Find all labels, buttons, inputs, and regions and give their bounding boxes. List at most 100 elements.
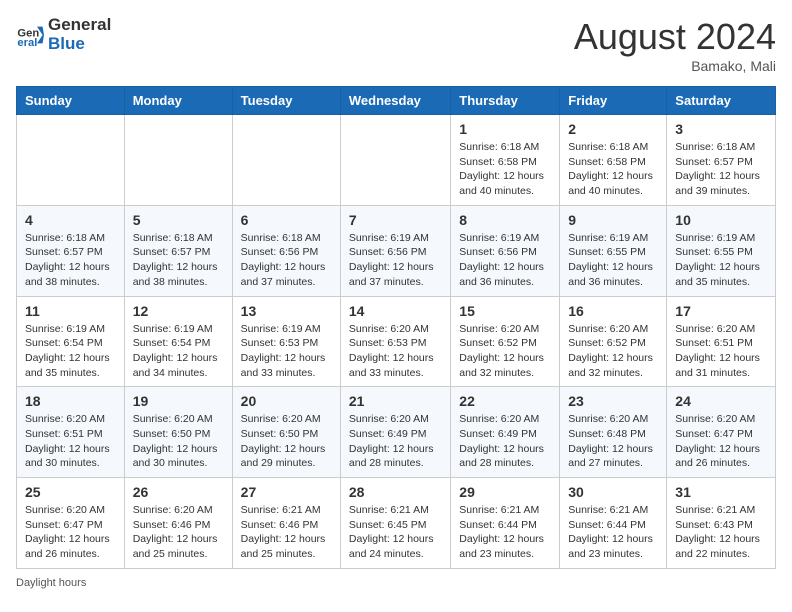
day-number: 13 xyxy=(241,303,332,319)
day-number: 31 xyxy=(675,484,767,500)
calendar-cell: 24 Sunrise: 6:20 AM Sunset: 6:47 PM Dayli… xyxy=(667,387,776,478)
day-info: Sunrise: 6:21 AM Sunset: 6:45 PM Dayligh… xyxy=(349,503,442,562)
day-number: 5 xyxy=(133,212,224,228)
calendar-cell: 20 Sunrise: 6:20 AM Sunset: 6:50 PM Dayli… xyxy=(232,387,340,478)
day-info: Sunrise: 6:20 AM Sunset: 6:49 PM Dayligh… xyxy=(459,412,551,471)
day-number: 23 xyxy=(568,393,658,409)
day-info: Sunrise: 6:19 AM Sunset: 6:54 PM Dayligh… xyxy=(25,322,116,381)
calendar-cell: 10 Sunrise: 6:19 AM Sunset: 6:55 PM Dayli… xyxy=(667,205,776,296)
calendar-cell: 18 Sunrise: 6:20 AM Sunset: 6:51 PM Dayli… xyxy=(17,387,125,478)
day-number: 7 xyxy=(349,212,442,228)
day-info: Sunrise: 6:19 AM Sunset: 6:53 PM Dayligh… xyxy=(241,322,332,381)
day-header-friday: Friday xyxy=(560,87,667,115)
day-number: 17 xyxy=(675,303,767,319)
day-info: Sunrise: 6:20 AM Sunset: 6:47 PM Dayligh… xyxy=(25,503,116,562)
day-info: Sunrise: 6:19 AM Sunset: 6:56 PM Dayligh… xyxy=(349,231,442,290)
calendar-cell: 25 Sunrise: 6:20 AM Sunset: 6:47 PM Dayli… xyxy=(17,478,125,569)
day-number: 8 xyxy=(459,212,551,228)
day-info: Sunrise: 6:18 AM Sunset: 6:58 PM Dayligh… xyxy=(568,140,658,199)
day-number: 2 xyxy=(568,121,658,137)
day-number: 6 xyxy=(241,212,332,228)
day-info: Sunrise: 6:20 AM Sunset: 6:49 PM Dayligh… xyxy=(349,412,442,471)
calendar-header-row: SundayMondayTuesdayWednesdayThursdayFrid… xyxy=(17,87,776,115)
calendar-cell: 15Sunrise: 6:20 AM Sunset: 6:52 PM Dayli… xyxy=(451,296,560,387)
day-number: 22 xyxy=(459,393,551,409)
calendar-cell: 3 Sunrise: 6:18 AM Sunset: 6:57 PM Daylig… xyxy=(667,115,776,206)
day-number: 4 xyxy=(25,212,116,228)
calendar-cell xyxy=(124,115,232,206)
day-number: 16 xyxy=(568,303,658,319)
day-number: 25 xyxy=(25,484,116,500)
day-number: 3 xyxy=(675,121,767,137)
day-info: Sunrise: 6:20 AM Sunset: 6:50 PM Dayligh… xyxy=(133,412,224,471)
logo-icon: Gen eral xyxy=(16,21,44,49)
day-info: Sunrise: 6:20 AM Sunset: 6:46 PM Dayligh… xyxy=(133,503,224,562)
calendar-cell: 26Sunrise: 6:20 AM Sunset: 6:46 PM Dayli… xyxy=(124,478,232,569)
day-number: 9 xyxy=(568,212,658,228)
day-info: Sunrise: 6:18 AM Sunset: 6:57 PM Dayligh… xyxy=(675,140,767,199)
day-info: Sunrise: 6:19 AM Sunset: 6:56 PM Dayligh… xyxy=(459,231,551,290)
calendar-cell: 19 Sunrise: 6:20 AM Sunset: 6:50 PM Dayli… xyxy=(124,387,232,478)
day-number: 1 xyxy=(459,121,551,137)
calendar-cell: 21Sunrise: 6:20 AM Sunset: 6:49 PM Dayli… xyxy=(340,387,450,478)
day-number: 12 xyxy=(133,303,224,319)
day-info: Sunrise: 6:20 AM Sunset: 6:50 PM Dayligh… xyxy=(241,412,332,471)
calendar-cell: 14 Sunrise: 6:20 AM Sunset: 6:53 PM Dayli… xyxy=(340,296,450,387)
footer-note: Daylight hours xyxy=(16,577,776,589)
day-number: 10 xyxy=(675,212,767,228)
calendar-cell: 7 Sunrise: 6:19 AM Sunset: 6:56 PM Daylig… xyxy=(340,205,450,296)
day-info: Sunrise: 6:19 AM Sunset: 6:54 PM Dayligh… xyxy=(133,322,224,381)
calendar-cell xyxy=(17,115,125,206)
day-header-tuesday: Tuesday xyxy=(232,87,340,115)
location: Bamako, Mali xyxy=(574,58,776,74)
calendar-cell: 4 Sunrise: 6:18 AM Sunset: 6:57 PM Daylig… xyxy=(17,205,125,296)
calendar-week-row: 1 Sunrise: 6:18 AM Sunset: 6:58 PM Daylig… xyxy=(17,115,776,206)
day-number: 18 xyxy=(25,393,116,409)
day-header-saturday: Saturday xyxy=(667,87,776,115)
day-number: 24 xyxy=(675,393,767,409)
day-info: Sunrise: 6:20 AM Sunset: 6:51 PM Dayligh… xyxy=(675,322,767,381)
day-header-sunday: Sunday xyxy=(17,87,125,115)
day-header-monday: Monday xyxy=(124,87,232,115)
calendar-week-row: 18 Sunrise: 6:20 AM Sunset: 6:51 PM Dayli… xyxy=(17,387,776,478)
day-info: Sunrise: 6:19 AM Sunset: 6:55 PM Dayligh… xyxy=(568,231,658,290)
day-number: 19 xyxy=(133,393,224,409)
day-info: Sunrise: 6:20 AM Sunset: 6:51 PM Dayligh… xyxy=(25,412,116,471)
day-number: 15 xyxy=(459,303,551,319)
day-info: Sunrise: 6:21 AM Sunset: 6:46 PM Dayligh… xyxy=(241,503,332,562)
calendar-cell: 13 Sunrise: 6:19 AM Sunset: 6:53 PM Dayli… xyxy=(232,296,340,387)
calendar-cell: 8 Sunrise: 6:19 AM Sunset: 6:56 PM Daylig… xyxy=(451,205,560,296)
day-info: Sunrise: 6:21 AM Sunset: 6:44 PM Dayligh… xyxy=(459,503,551,562)
day-info: Sunrise: 6:18 AM Sunset: 6:57 PM Dayligh… xyxy=(25,231,116,290)
day-info: Sunrise: 6:18 AM Sunset: 6:58 PM Dayligh… xyxy=(459,140,551,199)
day-header-wednesday: Wednesday xyxy=(340,87,450,115)
day-info: Sunrise: 6:20 AM Sunset: 6:52 PM Dayligh… xyxy=(568,322,658,381)
day-header-thursday: Thursday xyxy=(451,87,560,115)
day-info: Sunrise: 6:20 AM Sunset: 6:48 PM Dayligh… xyxy=(568,412,658,471)
calendar-cell: 27Sunrise: 6:21 AM Sunset: 6:46 PM Dayli… xyxy=(232,478,340,569)
calendar-week-row: 4 Sunrise: 6:18 AM Sunset: 6:57 PM Daylig… xyxy=(17,205,776,296)
header: Gen eral General Blue August 2024 Bamako… xyxy=(16,16,776,74)
calendar-cell: 6Sunrise: 6:18 AM Sunset: 6:56 PM Daylig… xyxy=(232,205,340,296)
title-area: August 2024 Bamako, Mali xyxy=(574,16,776,74)
calendar-cell: 30Sunrise: 6:21 AM Sunset: 6:44 PM Dayli… xyxy=(560,478,667,569)
calendar-cell xyxy=(340,115,450,206)
calendar-table: SundayMondayTuesdayWednesdayThursdayFrid… xyxy=(16,86,776,569)
day-info: Sunrise: 6:20 AM Sunset: 6:47 PM Dayligh… xyxy=(675,412,767,471)
day-number: 11 xyxy=(25,303,116,319)
day-number: 14 xyxy=(349,303,442,319)
logo: Gen eral General Blue xyxy=(16,16,111,53)
day-info: Sunrise: 6:18 AM Sunset: 6:57 PM Dayligh… xyxy=(133,231,224,290)
day-number: 20 xyxy=(241,393,332,409)
day-info: Sunrise: 6:21 AM Sunset: 6:43 PM Dayligh… xyxy=(675,503,767,562)
calendar-cell: 2 Sunrise: 6:18 AM Sunset: 6:58 PM Daylig… xyxy=(560,115,667,206)
day-number: 29 xyxy=(459,484,551,500)
calendar-cell: 1 Sunrise: 6:18 AM Sunset: 6:58 PM Daylig… xyxy=(451,115,560,206)
day-number: 28 xyxy=(349,484,442,500)
svg-text:eral: eral xyxy=(17,37,37,49)
calendar-week-row: 25 Sunrise: 6:20 AM Sunset: 6:47 PM Dayli… xyxy=(17,478,776,569)
calendar-cell: 28 Sunrise: 6:21 AM Sunset: 6:45 PM Dayli… xyxy=(340,478,450,569)
day-info: Sunrise: 6:19 AM Sunset: 6:55 PM Dayligh… xyxy=(675,231,767,290)
calendar-cell: 12 Sunrise: 6:19 AM Sunset: 6:54 PM Dayli… xyxy=(124,296,232,387)
day-info: Sunrise: 6:20 AM Sunset: 6:53 PM Dayligh… xyxy=(349,322,442,381)
